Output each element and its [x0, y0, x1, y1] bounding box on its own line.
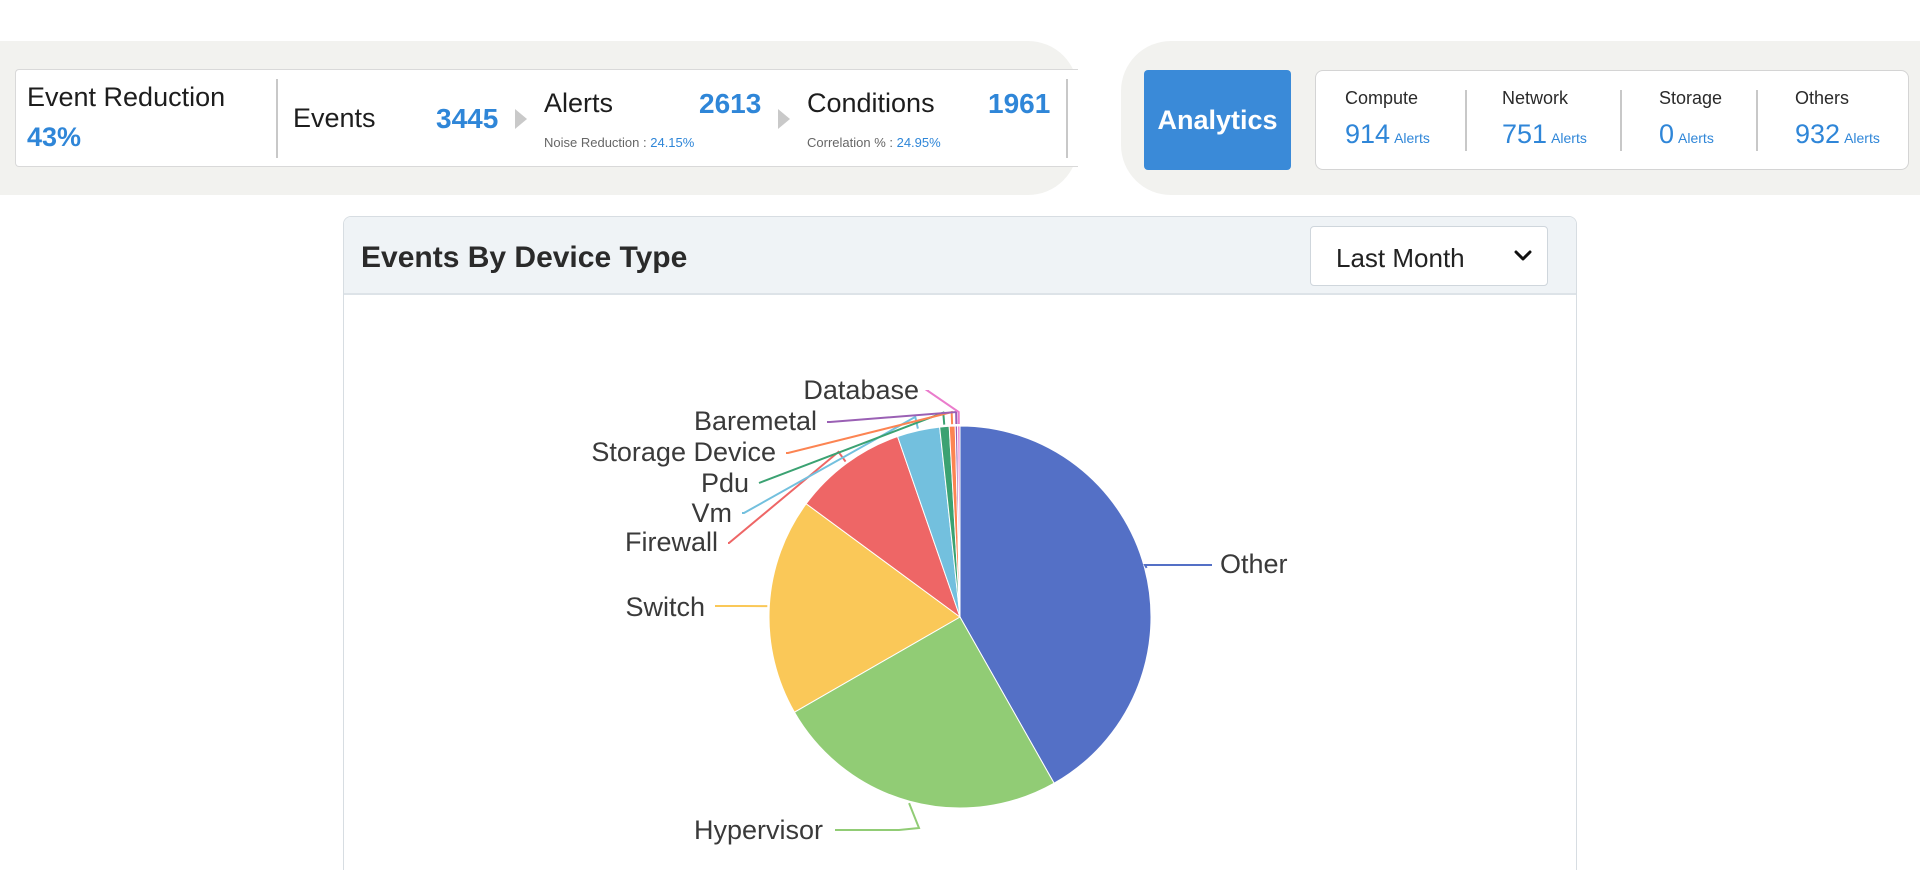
pie-leader-line	[827, 410, 958, 425]
category-count: 0 Alerts	[1659, 119, 1714, 149]
divider	[1465, 90, 1467, 151]
divider	[1066, 79, 1068, 158]
arrow-right-icon	[515, 109, 527, 129]
correlation-text: Correlation % : 24.95%	[807, 135, 941, 150]
event-summary-panel: Event Reduction 43% Events 3445 Alerts 2…	[0, 41, 1078, 195]
events-value[interactable]: 3445	[436, 103, 498, 135]
category-count: 914 Alerts	[1345, 119, 1430, 149]
category-count: 751 Alerts	[1502, 119, 1587, 149]
pie-label: Database	[803, 375, 919, 405]
category-count: 932 Alerts	[1795, 119, 1880, 149]
pie-label: Pdu	[701, 468, 749, 498]
conditions-value[interactable]: 1961	[988, 88, 1050, 120]
pie-label: Baremetal	[694, 406, 817, 436]
pie-label: Storage Device	[591, 437, 776, 467]
alerts-value[interactable]: 2613	[699, 88, 761, 120]
divider	[1620, 90, 1622, 151]
events-by-device-type-card: Events By Device Type Last Month Other Hy…	[343, 216, 1577, 870]
arrow-right-icon	[778, 109, 790, 129]
pie-leader-line	[835, 802, 921, 831]
divider	[276, 79, 278, 158]
pie-label: Hypervisor	[694, 815, 823, 845]
alerts-label: Alerts	[544, 88, 614, 118]
events-label: Events	[293, 103, 376, 133]
event-reduction-label: Event Reduction	[27, 82, 226, 112]
event-summary-card: Event Reduction 43% Events 3445 Alerts 2…	[15, 69, 1078, 167]
analytics-button[interactable]: Analytics	[1144, 70, 1291, 170]
category-name: Others	[1795, 88, 1850, 108]
pie-label: Switch	[625, 592, 705, 622]
noise-reduction-text: Noise Reduction : 24.15%	[544, 135, 695, 150]
category-name: Network	[1502, 88, 1569, 108]
analytics-panel: Analytics Compute 914 Alerts Network 751 A…	[1121, 41, 1920, 195]
pie-label: Other	[1220, 549, 1288, 579]
category-name: Storage	[1659, 88, 1723, 108]
event-reduction-value: 43%	[27, 122, 82, 152]
conditions-label: Conditions	[807, 88, 935, 118]
pie-chart: Other Hypervisor Switch FirewallVmPduStorag…	[591, 375, 1288, 845]
divider	[1756, 90, 1758, 151]
pie-label: Vm	[692, 498, 733, 528]
pie-label: Firewall	[625, 527, 718, 557]
category-name: Compute	[1345, 88, 1419, 108]
pie-leader-line	[1143, 564, 1212, 569]
alert-categories-card: Compute 914 Alerts Network 751 Alerts Stor…	[1315, 70, 1909, 170]
